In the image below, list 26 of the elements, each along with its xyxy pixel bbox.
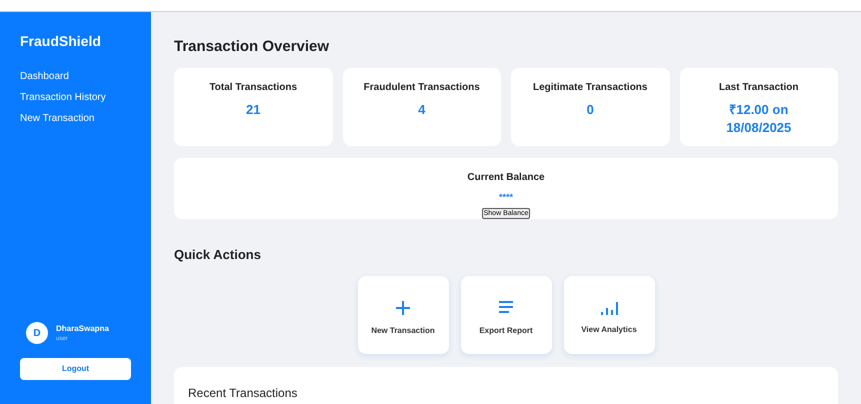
section-title: Transaction Overview	[174, 38, 330, 56]
balance-value: ****	[498, 191, 513, 204]
stat-value: 4	[417, 101, 426, 119]
brand-name: FraudShield	[20, 32, 102, 51]
bar-chart-icon	[600, 300, 618, 314]
section-title: Quick Actions	[174, 246, 262, 264]
stat-label: Legitimate Transactions	[533, 81, 648, 95]
lines-icon	[498, 300, 514, 316]
avatar: D	[26, 322, 48, 344]
stat-label: Total Transactions	[209, 81, 298, 95]
quick-action-button[interactable]: New Transaction	[358, 276, 448, 354]
user-name: DharaSwapna	[56, 322, 109, 334]
plus-icon	[395, 300, 411, 316]
logout-button[interactable]: Logout	[20, 358, 131, 380]
nav-link[interactable]: Dashboard	[20, 70, 131, 83]
stat-label: Fraudulent Transactions	[364, 81, 480, 95]
nav-link[interactable]: New Transaction	[20, 112, 131, 125]
nav-link[interactable]: Transaction History	[20, 91, 131, 104]
stat-value: 21	[245, 101, 262, 119]
stat-value: 0	[586, 101, 595, 119]
stat-label: Last Transaction	[719, 81, 798, 95]
quick-action-button[interactable]: Export Report	[460, 276, 552, 354]
balance-label: Current Balance	[467, 171, 545, 185]
stat-value: ₹12.00 on 18/08/2025	[725, 101, 792, 137]
quick-action-button[interactable]: View Analytics	[564, 276, 654, 354]
card-title: Recent Transactions	[188, 386, 298, 400]
